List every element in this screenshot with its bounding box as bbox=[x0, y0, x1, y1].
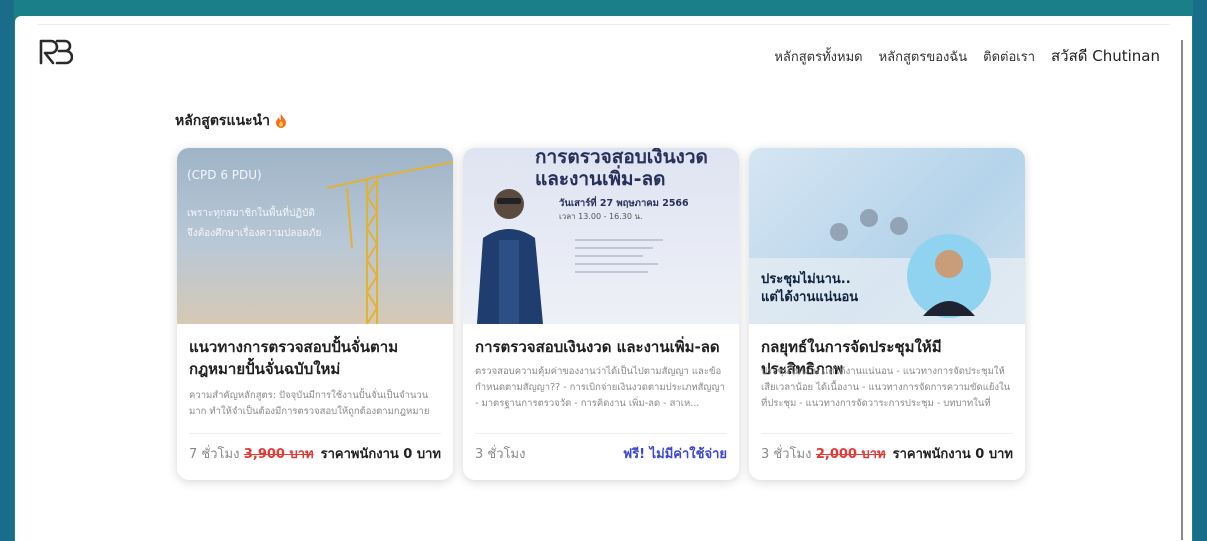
rb-logo-icon[interactable] bbox=[37, 33, 73, 69]
course-title[interactable]: การตรวจสอบเงินงวด และงานเพิ่ม-ลด bbox=[475, 336, 727, 358]
fire-icon bbox=[276, 114, 286, 128]
header-divider bbox=[37, 24, 1170, 25]
original-price: 2,000 บาท bbox=[815, 447, 886, 462]
staff-price: ราคาพนักงาน 0 บาท bbox=[320, 447, 441, 462]
window-frame-right bbox=[1193, 0, 1207, 541]
course-thumbnail[interactable]: การตรวจสอบเงินงวด และงานเพิ่ม-ลด วันเสาร… bbox=[463, 148, 739, 324]
course-hours: 3 ชั่วโมง bbox=[761, 447, 812, 462]
card-divider bbox=[761, 433, 1013, 434]
card-divider bbox=[475, 433, 727, 434]
course-thumbnail[interactable]: (CPD 6 PDU) เพราะทุกสมาชิกในพื้นที่ปฏิบั… bbox=[177, 148, 453, 324]
free-label: ฟรี! ไม่มีค่าใช้จ่าย bbox=[622, 447, 727, 462]
nav-my-courses[interactable]: หลักสูตรของฉัน bbox=[879, 46, 968, 67]
course-description: ประชุมไม่นาน แต่ได้งานแน่นอน - แนวทางการ… bbox=[761, 366, 1011, 409]
original-price: 3,900 บาท bbox=[243, 447, 314, 462]
course-description: ตรวจสอบความคุ้มค่าของงานว่าได้เป็นไปตามส… bbox=[475, 366, 725, 409]
page: หลักสูตรทั้งหมด หลักสูตรของฉัน ติดต่อเรา… bbox=[15, 16, 1192, 541]
thumbnail-heading-2: แต่ได้งานแน่นอน bbox=[761, 290, 859, 305]
course-card-meeting[interactable]: ประชุมไม่นาน.. แต่ได้งานแน่นอน กลยุทธ์ใน… bbox=[749, 148, 1025, 480]
nav-contact[interactable]: ติดต่อเรา bbox=[983, 46, 1035, 67]
thumbnail-line-2: จึงต้องศึกษาเรื่องความปลอดภัย bbox=[187, 228, 322, 239]
section-title-text: หลักสูตรแนะนำ bbox=[175, 113, 270, 129]
course-title[interactable]: แนวทางการตรวจสอบปั้นจั่นตามกฎหมายปั้นจั่… bbox=[189, 336, 441, 380]
speaker-illustration bbox=[477, 189, 663, 324]
scrollbar[interactable] bbox=[1181, 40, 1183, 540]
card-footer: 7 ชั่วโมง 3,900 บาท ราคาพนักงาน 0 บาท bbox=[189, 443, 441, 464]
section-title: หลักสูตรแนะนำ bbox=[175, 110, 287, 132]
nav-all-courses[interactable]: หลักสูตรทั้งหมด bbox=[774, 46, 862, 67]
thumbnail-line-1: เพราะทุกสมาชิกในพื้นที่ปฏิบัติ bbox=[187, 208, 315, 219]
course-card-crane[interactable]: (CPD 6 PDU) เพราะทุกสมาชิกในพื้นที่ปฏิบั… bbox=[177, 148, 453, 480]
course-card-payment[interactable]: การตรวจสอบเงินงวด และงานเพิ่ม-ลด วันเสาร… bbox=[463, 148, 739, 480]
card-footer: 3 ชั่วโมง ฟรี! ไม่มีค่าใช้จ่าย bbox=[475, 443, 727, 464]
course-hours: 7 ชั่วโมง bbox=[189, 447, 240, 462]
thumbnail-cpd-text: (CPD 6 PDU) bbox=[187, 168, 262, 182]
card-footer: 3 ชั่วโมง 2,000 บาท ราคาพนักงาน 0 บาท bbox=[761, 443, 1013, 464]
price-group: 3,900 บาท ราคาพนักงาน 0 บาท bbox=[244, 443, 441, 464]
user-greeting[interactable]: สวัสดี Chutinan bbox=[1051, 44, 1160, 68]
window-frame-left bbox=[0, 0, 14, 541]
course-hours: 3 ชั่วโมง bbox=[475, 447, 526, 462]
price-group: 2,000 บาท ราคาพนักงาน 0 บาท bbox=[816, 443, 1013, 464]
course-description: ความสำคัญหลักสูตร: ปัจจุบันมีการใช้งานปั… bbox=[189, 390, 430, 417]
card-divider bbox=[189, 433, 441, 434]
course-thumbnail[interactable]: ประชุมไม่นาน.. แต่ได้งานแน่นอน bbox=[749, 148, 1025, 324]
top-nav: หลักสูตรทั้งหมด หลักสูตรของฉัน ติดต่อเรา… bbox=[774, 44, 1160, 68]
staff-price: ราคาพนักงาน 0 บาท bbox=[892, 447, 1013, 462]
